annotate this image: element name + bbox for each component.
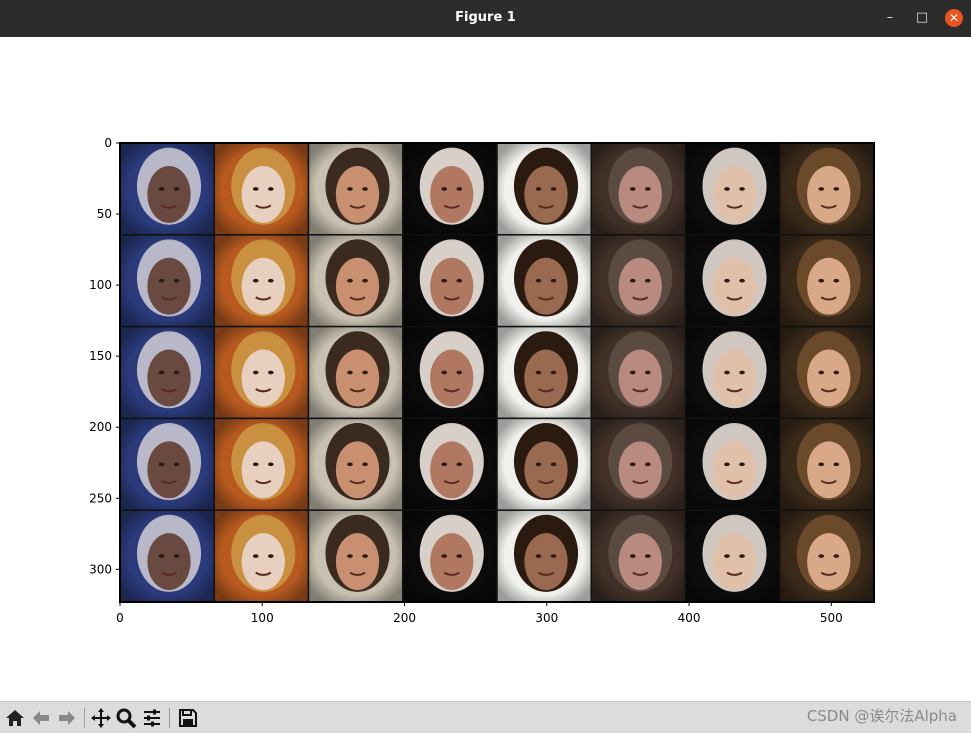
face-tile [402,142,498,236]
home-icon[interactable] [4,707,26,729]
y-axis-ticks: 0 50 100 150 200 250 300 [89,136,120,576]
face-tile [307,509,404,603]
face-tile [402,234,498,328]
face-tile [307,142,404,236]
toolbar-separator [84,708,85,728]
configure-subplots-icon[interactable] [141,707,163,729]
face-tile [213,142,310,236]
close-button[interactable]: ✕ [945,9,963,27]
watermark-text: CSDN @诶尔法Alpha [806,707,957,725]
face-tile [402,509,498,603]
x-tick-label: 0 [116,611,124,625]
x-tick-label: 200 [393,611,416,625]
face-tile [307,325,404,420]
back-icon[interactable] [30,707,52,729]
face-tile [213,325,310,420]
face-tile [307,234,404,328]
save-icon[interactable] [177,707,199,729]
maximize-button[interactable]: □ [913,9,931,27]
face-tile [590,142,687,236]
y-tick-label: 300 [89,562,112,576]
face-tile [684,509,781,603]
face-tile [496,325,592,420]
x-tick-label: 100 [251,611,274,625]
image-tiles [119,142,875,603]
minimize-button[interactable]: – [881,9,899,27]
face-tile [590,417,687,511]
toolbar-separator [169,708,170,728]
x-axis-ticks: 0 100 200 300 400 500 [116,602,843,625]
face-tile [213,417,310,511]
zoom-icon[interactable] [115,707,137,729]
pan-icon[interactable] [90,707,112,729]
face-tile [402,417,498,511]
face-tile [496,234,592,328]
face-tile [684,325,781,420]
face-tile [213,509,310,603]
y-tick-label: 0 [104,136,112,150]
face-tile [590,234,687,328]
y-tick-label: 50 [97,207,112,221]
face-tile [590,509,687,603]
window-title: Figure 1 [455,10,516,25]
face-tile [779,142,875,236]
face-tile [213,234,310,328]
y-tick-label: 200 [89,420,112,434]
navigation-toolbar: CSDN @诶尔法Alpha [0,701,971,733]
forward-icon[interactable] [56,707,78,729]
face-tile [307,417,404,511]
face-tile [590,325,687,420]
x-tick-label: 300 [535,611,558,625]
face-tile [496,509,592,603]
figure-canvas[interactable]: 0 100 200 300 400 500 0 50 100 150 200 250 300 [0,37,971,701]
face-tile [496,417,592,511]
face-tile [779,325,875,420]
face-tile [684,142,781,236]
face-tile [119,234,215,328]
face-tile [779,509,875,603]
face-tile [684,417,781,511]
y-tick-label: 100 [89,278,112,292]
x-tick-label: 500 [820,611,843,625]
face-tile [119,325,215,420]
face-tile [684,234,781,328]
y-tick-label: 150 [89,349,112,363]
window-titlebar[interactable]: Figure 1 – □ ✕ [0,0,971,37]
x-tick-label: 400 [678,611,701,625]
face-tile [779,234,875,328]
face-tile [402,325,498,420]
face-tile [119,417,215,511]
face-tile [119,509,215,603]
y-tick-label: 250 [89,491,112,505]
face-tile [496,142,592,236]
face-tile [779,417,875,511]
image-plot: 0 100 200 300 400 500 0 50 100 150 200 250 300 [89,136,875,625]
face-tile [119,142,215,236]
